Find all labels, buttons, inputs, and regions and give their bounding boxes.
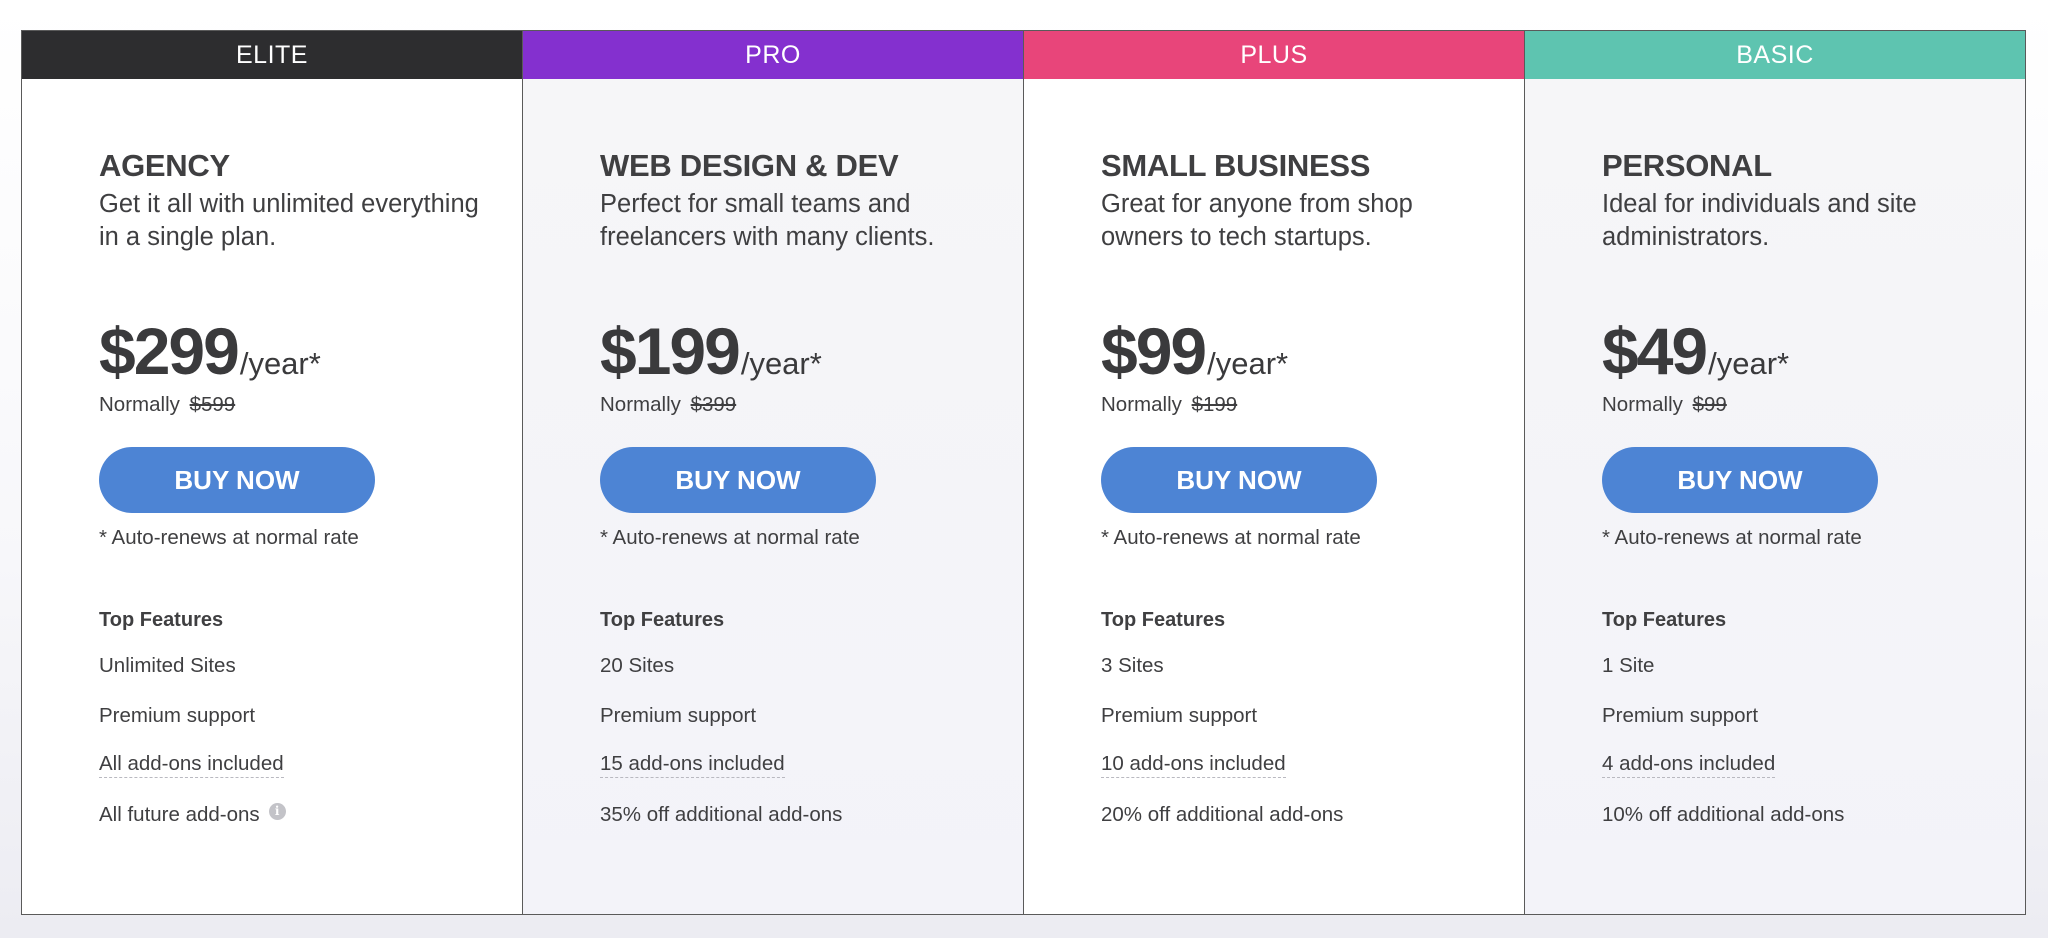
tier-header-pro: PRO bbox=[523, 31, 1023, 79]
buy-now-button[interactable]: BUY NOW bbox=[600, 447, 876, 513]
normal-price: $199 bbox=[1191, 393, 1238, 416]
plan-body: WEB DESIGN & DEV Perfect for small teams… bbox=[523, 79, 1023, 839]
plan-body: SMALL BUSINESS Great for anyone from sho… bbox=[1024, 79, 1524, 839]
feature-item: Premium support bbox=[99, 691, 522, 741]
feature-list: Unlimited Sites Premium support All add-… bbox=[99, 641, 522, 839]
plan-description: Perfect for small teams and freelancers … bbox=[600, 190, 935, 251]
auto-renew-note: * Auto-renews at normal rate bbox=[99, 526, 359, 549]
normally-label: Normally bbox=[99, 393, 180, 416]
plan-name: PERSONAL bbox=[1602, 148, 1772, 183]
feature-item: 1 Site bbox=[1602, 641, 2025, 691]
plan-description: Get it all with unlimited everything in … bbox=[99, 190, 479, 251]
auto-renew-note: * Auto-renews at normal rate bbox=[1101, 526, 1361, 549]
features-title: Top Features bbox=[600, 609, 725, 631]
feature-text: Premium support bbox=[600, 703, 757, 727]
price-row: $99 /year* bbox=[1101, 318, 1524, 384]
info-icon[interactable]: i bbox=[268, 802, 286, 820]
price-period: /year* bbox=[1207, 346, 1289, 381]
tier-header-basic: BASIC bbox=[1525, 31, 2025, 79]
feature-text: Premium support bbox=[1602, 703, 1759, 727]
feature-item: All add-ons included bbox=[99, 740, 522, 790]
feature-text: 3 Sites bbox=[1101, 654, 1164, 677]
feature-text: 10% off additional add-ons bbox=[1602, 802, 1845, 826]
feature-list: 1 Site Premium support 4 add-ons include… bbox=[1602, 641, 2025, 839]
feature-item: Unlimited Sites bbox=[99, 641, 522, 691]
feature-text: Unlimited Sites bbox=[99, 654, 236, 677]
price-period: /year* bbox=[1708, 346, 1790, 381]
features-title: Top Features bbox=[99, 609, 224, 631]
normal-price-row: Normally $99 bbox=[1602, 392, 2025, 418]
normal-price: $399 bbox=[690, 393, 737, 416]
plan-name: WEB DESIGN & DEV bbox=[600, 148, 899, 183]
normal-price: $599 bbox=[189, 393, 236, 416]
plan-body: AGENCY Get it all with unlimited everyth… bbox=[22, 79, 522, 839]
normally-label: Normally bbox=[1101, 393, 1182, 416]
auto-renew-note: * Auto-renews at normal rate bbox=[1602, 526, 1862, 549]
feature-text: Premium support bbox=[99, 703, 256, 727]
feature-item: 20% off additional add-ons bbox=[1101, 790, 1524, 840]
plan-column-plus: PLUS SMALL BUSINESS Great for anyone fro… bbox=[1024, 31, 1525, 914]
buy-now-button[interactable]: BUY NOW bbox=[1602, 447, 1878, 513]
feature-text: All future add-ons bbox=[99, 802, 260, 826]
tier-header-plus: PLUS bbox=[1024, 31, 1524, 79]
features-title: Top Features bbox=[1602, 609, 1727, 631]
normally-label: Normally bbox=[600, 393, 681, 416]
feature-tooltip-link[interactable]: All add-ons included bbox=[99, 752, 284, 778]
feature-item: 15 add-ons included bbox=[600, 740, 1023, 790]
feature-item: All future add-ons i bbox=[99, 790, 522, 840]
features-title: Top Features bbox=[1101, 609, 1226, 631]
feature-text: 35% off additional add-ons bbox=[600, 802, 843, 826]
tier-header-elite: ELITE bbox=[22, 31, 522, 79]
price-amount: $99 bbox=[1101, 314, 1207, 388]
plan-column-pro: PRO WEB DESIGN & DEV Perfect for small t… bbox=[523, 31, 1024, 914]
price-row: $49 /year* bbox=[1602, 318, 2025, 384]
buy-now-button[interactable]: BUY NOW bbox=[1101, 447, 1377, 513]
normal-price-row: Normally $399 bbox=[600, 392, 1023, 418]
feature-item: 20 Sites bbox=[600, 641, 1023, 691]
normal-price-row: Normally $199 bbox=[1101, 392, 1524, 418]
feature-list: 20 Sites Premium support 15 add-ons incl… bbox=[600, 641, 1023, 839]
feature-tooltip-link[interactable]: 10 add-ons included bbox=[1101, 752, 1286, 778]
feature-text: 1 Site bbox=[1602, 654, 1655, 677]
feature-item: Premium support bbox=[1602, 691, 2025, 741]
price-row: $199 /year* bbox=[600, 318, 1023, 384]
feature-text: Premium support bbox=[1101, 703, 1258, 727]
feature-item: 10% off additional add-ons bbox=[1602, 790, 2025, 840]
plan-name: SMALL BUSINESS bbox=[1101, 148, 1371, 183]
normally-label: Normally bbox=[1602, 393, 1683, 416]
feature-list: 3 Sites Premium support 10 add-ons inclu… bbox=[1101, 641, 1524, 839]
feature-item: 4 add-ons included bbox=[1602, 740, 2025, 790]
feature-item: Premium support bbox=[1101, 691, 1524, 741]
feature-tooltip-link[interactable]: 15 add-ons included bbox=[600, 752, 785, 778]
feature-item: 3 Sites bbox=[1101, 641, 1524, 691]
auto-renew-note: * Auto-renews at normal rate bbox=[600, 526, 860, 549]
plan-description: Ideal for individuals and site administr… bbox=[1602, 190, 1917, 251]
feature-tooltip-link[interactable]: 4 add-ons included bbox=[1602, 752, 1776, 778]
price-period: /year* bbox=[740, 346, 822, 381]
feature-item: Premium support bbox=[600, 691, 1023, 741]
buy-now-button[interactable]: BUY NOW bbox=[99, 447, 375, 513]
price-period: /year* bbox=[239, 346, 321, 381]
plan-body: PERSONAL Ideal for individuals and site … bbox=[1525, 79, 2025, 839]
plan-column-elite: ELITE AGENCY Get it all with unlimited e… bbox=[22, 31, 523, 914]
price-row: $299 /year* bbox=[99, 318, 522, 384]
plan-column-basic: BASIC PERSONAL Ideal for individuals and… bbox=[1525, 31, 2025, 914]
pricing-table: ELITE AGENCY Get it all with unlimited e… bbox=[21, 30, 2026, 915]
feature-text: 20 Sites bbox=[600, 654, 675, 677]
price-amount: $49 bbox=[1602, 314, 1708, 388]
normal-price: $99 bbox=[1692, 393, 1727, 416]
normal-price-row: Normally $599 bbox=[99, 392, 522, 418]
price-amount: $199 bbox=[600, 314, 741, 388]
feature-item: 35% off additional add-ons bbox=[600, 790, 1023, 840]
feature-text: 20% off additional add-ons bbox=[1101, 802, 1344, 826]
price-amount: $299 bbox=[99, 314, 240, 388]
plan-name: AGENCY bbox=[99, 148, 230, 183]
plan-description: Great for anyone from shop owners to tec… bbox=[1101, 190, 1413, 251]
feature-item: 10 add-ons included bbox=[1101, 740, 1524, 790]
